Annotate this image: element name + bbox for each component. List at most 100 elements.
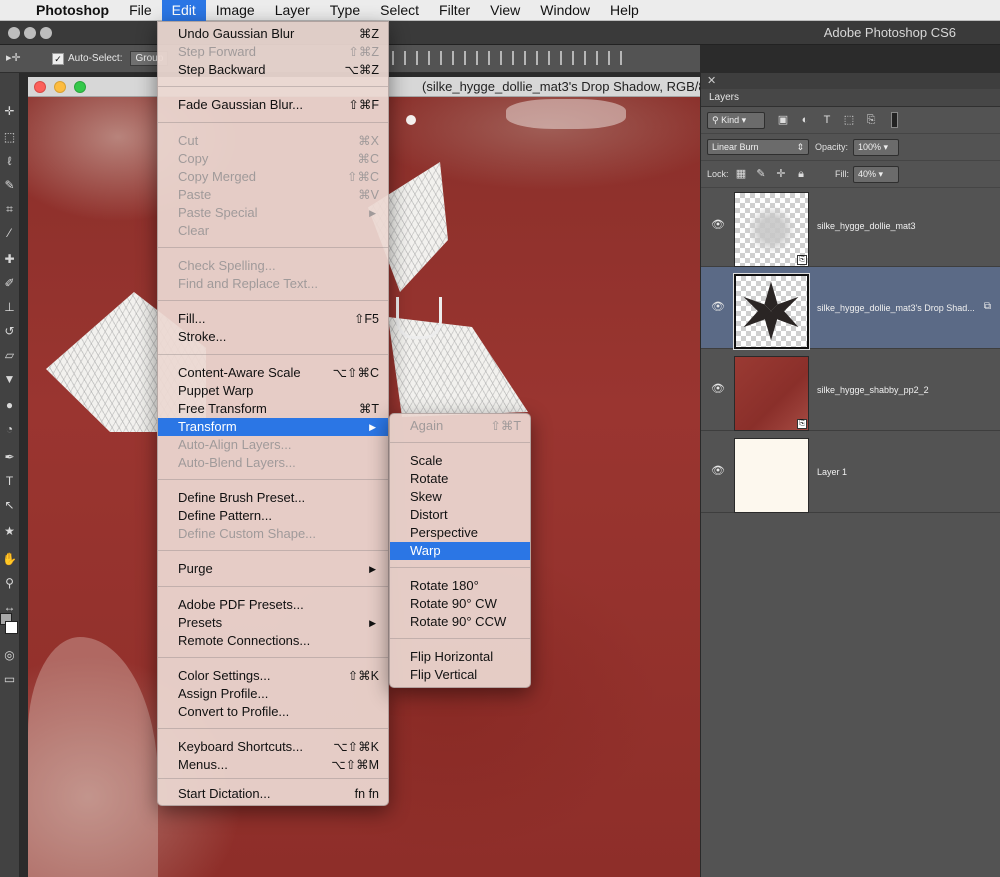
distribute-icon[interactable] [512, 51, 526, 65]
filter-kind-dropdown[interactable]: ⚲ Kind ▾ [707, 112, 765, 129]
eye-icon[interactable]: 👁︎ [711, 382, 725, 395]
close-window-button[interactable] [8, 27, 20, 39]
healing-tool-icon[interactable]: ✚ [1, 251, 18, 268]
menu-layer[interactable]: Layer [265, 0, 320, 21]
crop-tool-icon[interactable]: ⌗ [1, 201, 18, 218]
menu-item-rotate[interactable]: Rotate [390, 470, 530, 488]
menu-view[interactable]: View [480, 0, 530, 21]
distribute-icon[interactable] [560, 51, 574, 65]
menu-item-puppet-warp[interactable]: Puppet Warp [158, 382, 388, 400]
distribute-icon[interactable] [488, 51, 502, 65]
type-filter-icon[interactable]: T [821, 114, 833, 126]
layer-row[interactable]: 👁︎ Layer 1 [701, 431, 1000, 513]
menu-item-fade[interactable]: Fade Gaussian Blur... ⇧⌘F [158, 96, 388, 114]
auto-select-checkbox[interactable]: ✓ [52, 52, 64, 65]
screen-mode-icon[interactable]: ▭ [1, 671, 18, 688]
menu-photoshop[interactable]: Photoshop [30, 0, 119, 21]
shape-filter-icon[interactable]: ⬚ [843, 114, 855, 126]
clone-stamp-tool-icon[interactable]: ⊥ [1, 299, 18, 316]
quick-mask-icon[interactable]: ◎ [1, 647, 18, 664]
zoom-window-button[interactable] [40, 27, 52, 39]
eye-icon[interactable]: 👁︎ [711, 464, 725, 477]
opacity-input[interactable]: 100% ▾ [853, 139, 899, 156]
doc-zoom-button[interactable] [74, 81, 86, 93]
lock-pixels-icon[interactable]: ✎ [755, 168, 767, 180]
shape-tool-icon[interactable]: ★ [1, 523, 18, 540]
move-tool-icon[interactable]: ▸✛ [6, 51, 21, 64]
menu-item-transform[interactable]: Transform ▶ [158, 418, 388, 436]
menu-file[interactable]: File [119, 0, 162, 21]
menu-item-stroke[interactable]: Stroke... [158, 328, 388, 346]
lock-transparent-icon[interactable]: ▦ [735, 168, 747, 180]
type-tool-icon[interactable]: T [1, 473, 18, 490]
menu-help[interactable]: Help [600, 0, 649, 21]
layer-row[interactable]: 👁︎ ⎘ silke_hygge_shabby_pp2_2 [701, 349, 1000, 431]
menu-filter[interactable]: Filter [429, 0, 480, 21]
paint-bucket-tool-icon[interactable]: ▼ [1, 371, 18, 388]
menu-item-rotate-90-ccw[interactable]: Rotate 90° CCW [390, 613, 530, 631]
auto-align-icon[interactable] [608, 51, 622, 65]
align-icon[interactable] [392, 51, 406, 65]
menu-item-scale[interactable]: Scale [390, 452, 530, 470]
menu-item-keyboard-shortcuts[interactable]: Keyboard Shortcuts... ⌥⇧⌘K [158, 738, 388, 756]
brush-tool-icon[interactable]: ✐ [1, 275, 18, 292]
filter-toggle[interactable] [891, 112, 898, 128]
blur-tool-icon[interactable]: ● [1, 397, 18, 414]
path-select-tool-icon[interactable]: ↖ [1, 497, 18, 514]
smart-object-filter-icon[interactable]: ⎘ [865, 114, 877, 126]
zoom-tool-icon[interactable]: ⚲ [1, 575, 18, 592]
menu-item-flip-vertical[interactable]: Flip Vertical [390, 666, 530, 684]
minimize-window-button[interactable] [24, 27, 36, 39]
menu-item-define-pattern[interactable]: Define Pattern... [158, 507, 388, 525]
distribute-icon[interactable] [584, 51, 598, 65]
menu-item-perspective[interactable]: Perspective [390, 524, 530, 542]
distribute-icon[interactable] [536, 51, 550, 65]
menu-window[interactable]: Window [530, 0, 600, 21]
menu-item-assign-profile[interactable]: Assign Profile... [158, 685, 388, 703]
pen-tool-icon[interactable]: ✒ [1, 449, 18, 466]
menu-item-convert-profile[interactable]: Convert to Profile... [158, 703, 388, 721]
blend-mode-dropdown[interactable]: Linear Burn ⇕ [707, 139, 809, 155]
layer-row[interactable]: 👁︎ ⎘ silke_hygge_dollie_mat3 [701, 185, 1000, 267]
align-icon[interactable] [416, 51, 430, 65]
layers-tab[interactable]: Layers [701, 89, 1000, 107]
layer-effects-icon[interactable]: ⧉ [984, 301, 991, 312]
hand-tool-icon[interactable]: ✋ [1, 551, 18, 568]
menu-item-presets[interactable]: Presets ▶ [158, 614, 388, 632]
background-color-swatch[interactable] [5, 621, 18, 634]
menu-item-purge[interactable]: Purge ▶ [158, 560, 388, 578]
menu-item-start-dictation[interactable]: Start Dictation... fn fn [158, 785, 388, 803]
adjustment-filter-icon[interactable]: ◐ [799, 114, 811, 126]
quick-select-tool-icon[interactable]: ✎ [1, 177, 18, 194]
menu-item-content-aware-scale[interactable]: Content-Aware Scale ⌥⇧⌘C [158, 364, 388, 382]
eyedropper-tool-icon[interactable]: ⁄ [1, 225, 18, 242]
move-tool-icon[interactable]: ✛ [1, 103, 18, 120]
menu-item-rotate-90-cw[interactable]: Rotate 90° CW [390, 595, 530, 613]
menu-item-pdf-presets[interactable]: Adobe PDF Presets... [158, 596, 388, 614]
distribute-icon[interactable] [464, 51, 478, 65]
dodge-tool-icon[interactable]: ◔ [1, 421, 18, 438]
lock-all-icon[interactable]: 🔒︎ [795, 168, 807, 180]
layer-row-selected[interactable]: 👁︎ silke_hygge_dollie_mat3's Drop Shad..… [701, 267, 1000, 350]
eye-icon[interactable]: 👁︎ [711, 218, 725, 231]
doc-close-button[interactable] [34, 81, 46, 93]
menu-item-skew[interactable]: Skew [390, 488, 530, 506]
menu-item-free-transform[interactable]: Free Transform ⌘T [158, 400, 388, 418]
menu-item-distort[interactable]: Distort [390, 506, 530, 524]
fill-input[interactable]: 40% ▾ [853, 166, 899, 183]
menu-item-flip-horizontal[interactable]: Flip Horizontal [390, 648, 530, 666]
align-icon[interactable] [440, 51, 454, 65]
menu-item-warp[interactable]: Warp [390, 542, 530, 560]
eye-icon[interactable]: 👁︎ [711, 300, 725, 313]
menu-item-color-settings[interactable]: Color Settings... ⇧⌘K [158, 667, 388, 685]
menu-item-remote-connections[interactable]: Remote Connections... [158, 632, 388, 650]
history-brush-tool-icon[interactable]: ↺ [1, 323, 18, 340]
menu-image[interactable]: Image [206, 0, 265, 21]
menu-item-step-backward[interactable]: Step Backward ⌥⌘Z [158, 61, 388, 79]
eraser-tool-icon[interactable]: ▱ [1, 347, 18, 364]
menu-item-rotate-180[interactable]: Rotate 180° [390, 577, 530, 595]
lasso-tool-icon[interactable]: ℓ [1, 153, 18, 170]
menu-item-fill[interactable]: Fill... ⇧F5 [158, 310, 388, 328]
pixel-filter-icon[interactable]: ▣ [777, 114, 789, 126]
menu-type[interactable]: Type [320, 0, 370, 21]
